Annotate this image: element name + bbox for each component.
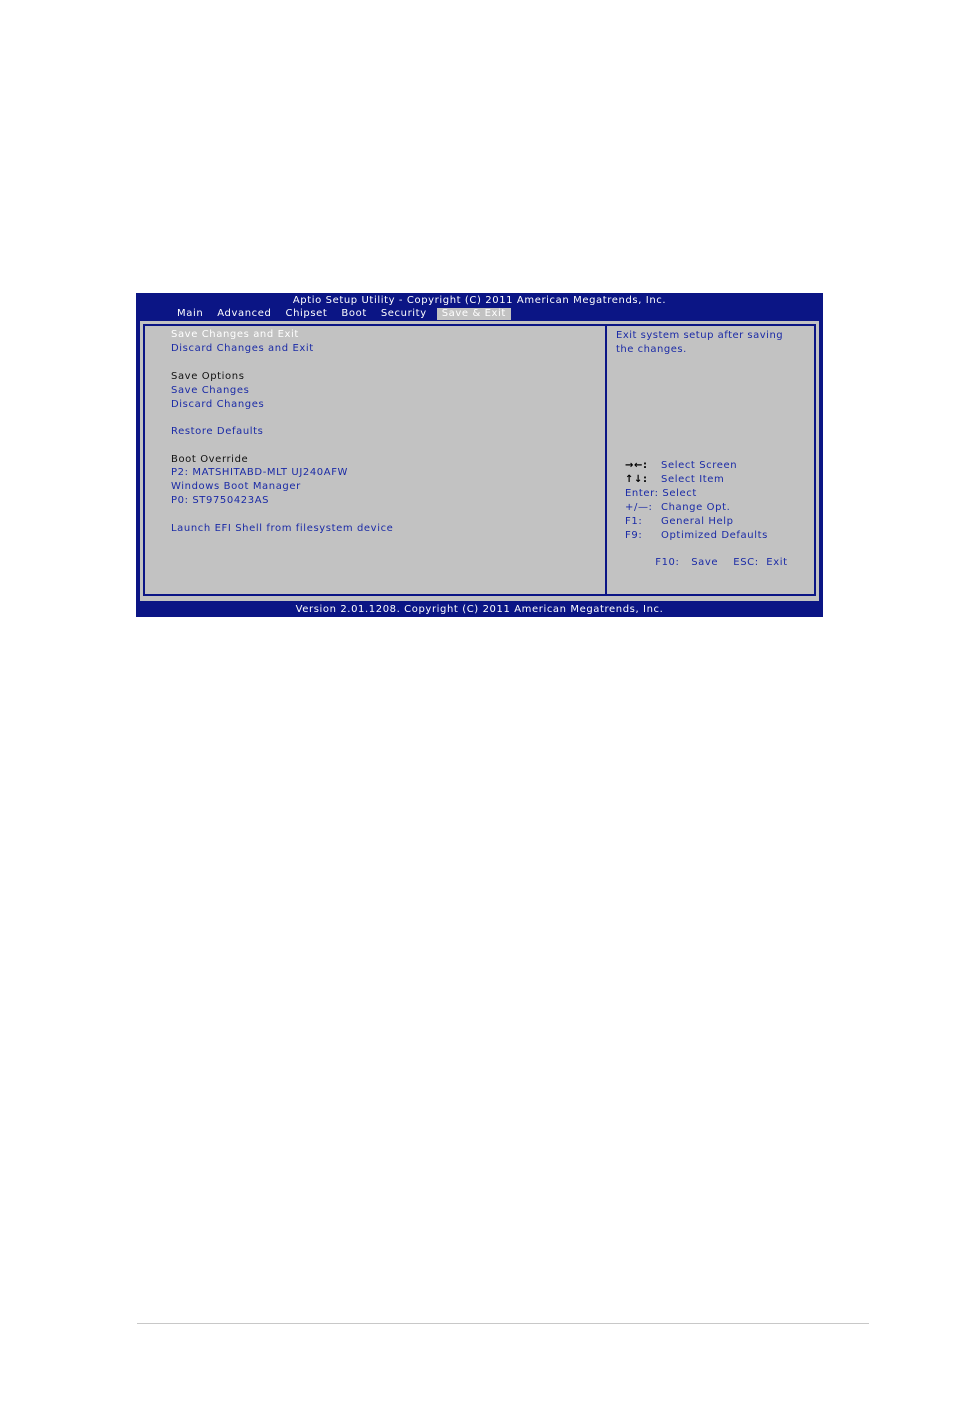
tab-chipset[interactable]: Chipset: [278, 308, 334, 320]
up-down-arrows-icon: ↑↓:: [625, 474, 648, 485]
key-action: Change Opt.: [661, 502, 731, 513]
key-action: General Help: [661, 516, 734, 527]
tab-advanced[interactable]: Advanced: [210, 308, 278, 320]
key-action: Select Screen: [661, 460, 738, 471]
page-bottom-rule: [137, 1323, 869, 1324]
key-label: F9:: [625, 530, 643, 541]
bios-footer-version: Version 2.01.1208. Copyright (C) 2011 Am…: [295, 604, 664, 615]
help-text: Exit system setup after saving the chang…: [616, 329, 783, 357]
key-label: Enter:: [625, 488, 659, 499]
key-label: +/—:: [625, 502, 653, 513]
menu-launch-efi-shell[interactable]: Launch EFI Shell from filesystem device: [171, 522, 393, 535]
content-border: Save Changes and Exit Discard Changes an…: [143, 324, 816, 596]
key-label: F10:: [655, 557, 680, 568]
boot-override-heading: Boot Override: [171, 454, 249, 465]
key-row-select-item: ↑↓: Select Item: [625, 473, 724, 486]
key-row-select-screen: →←: Select Screen: [625, 459, 737, 472]
menu-boot-p0[interactable]: P0: ST9750423AS: [171, 494, 269, 507]
menu-boot-p2[interactable]: P2: MATSHITABD-MLT UJ240AFW: [171, 466, 348, 479]
key-action: Optimized Defaults: [661, 530, 768, 541]
key-row-optimized-defaults: F9: Optimized Defaults: [625, 529, 768, 542]
menu-save-changes-and-exit[interactable]: Save Changes and Exit: [171, 328, 299, 341]
menu-restore-defaults[interactable]: Restore Defaults: [171, 425, 263, 438]
bios-title: Aptio Setup Utility - Copyright (C) 2011…: [292, 295, 667, 306]
tab-main[interactable]: Main: [170, 308, 210, 320]
key-row-save-esc: F10: Save ESC: Exit: [625, 543, 788, 582]
menu-windows-boot-manager[interactable]: Windows Boot Manager: [171, 480, 301, 493]
help-line-1: Exit system setup after saving: [616, 330, 784, 341]
key-label: F1:: [625, 516, 643, 527]
tab-boot[interactable]: Boot: [334, 308, 373, 320]
menu-discard-changes[interactable]: Discard Changes: [171, 398, 264, 411]
key-row-general-help: F1: General Help: [625, 515, 734, 528]
panel-divider: [605, 326, 607, 594]
left-right-arrows-icon: →←:: [625, 460, 648, 471]
bios-setup-screen: Aptio Setup Utility - Copyright (C) 2011…: [136, 293, 823, 617]
key-action: Select: [662, 488, 697, 499]
key-row-change-opt: +/—: Change Opt.: [625, 501, 730, 514]
tab-save-exit[interactable]: Save & Exit: [436, 308, 511, 320]
tab-security[interactable]: Security: [374, 308, 434, 320]
tab-bar: Main Advanced Chipset Boot Security Save…: [170, 308, 511, 320]
help-line-2: the changes.: [616, 344, 687, 355]
menu-save-changes[interactable]: Save Changes: [171, 384, 249, 397]
key-row-enter: Enter: Select: [625, 487, 697, 500]
key-action: Save ESC: Exit: [691, 557, 788, 568]
main-frame: Save Changes and Exit Discard Changes an…: [140, 321, 819, 601]
key-action: Select Item: [661, 474, 725, 485]
save-options-heading: Save Options: [171, 371, 245, 382]
menu-discard-changes-and-exit[interactable]: Discard Changes and Exit: [171, 342, 314, 355]
